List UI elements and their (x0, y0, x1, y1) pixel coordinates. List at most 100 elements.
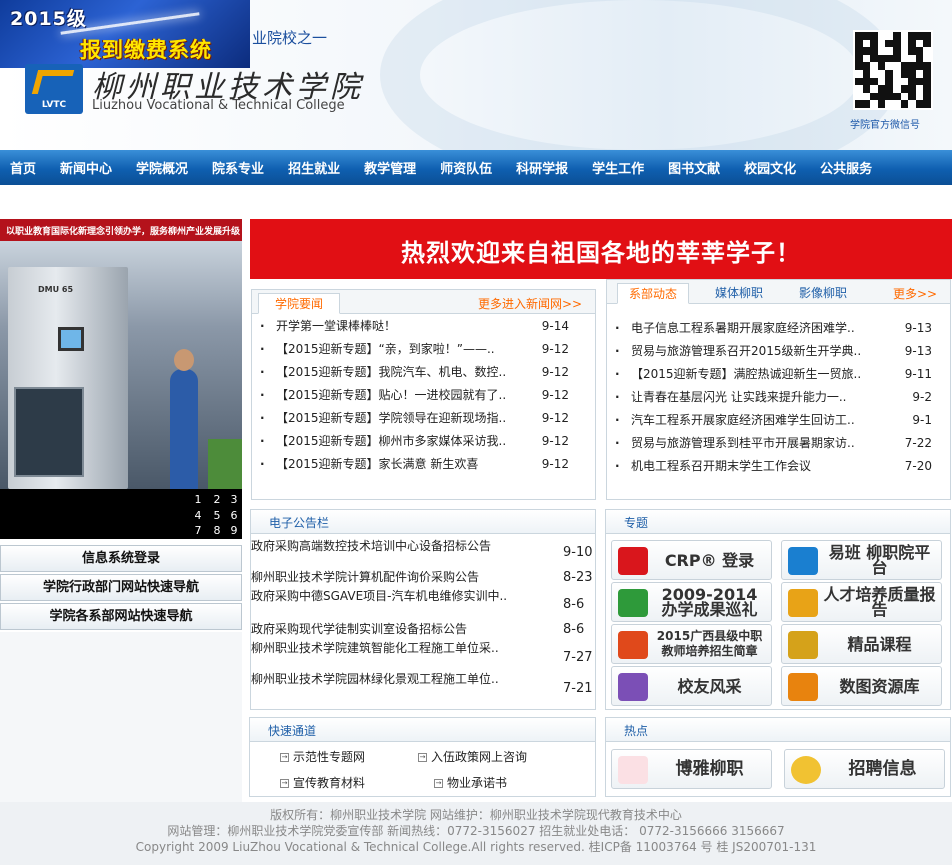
nav-item-culture[interactable]: 校园文化 (732, 158, 808, 177)
achievements-tile[interactable]: 2009-2014 办学成果巡礼 (611, 582, 772, 622)
pager-1[interactable]: 1 (188, 493, 208, 506)
quick-link[interactable]: → 宣传教育材料 (280, 774, 365, 791)
qr-cell (916, 93, 924, 101)
dept-title[interactable]: 让青春在基层闪光 让实践来提升能力一.. (631, 386, 846, 409)
dept-row[interactable]: 汽车工程系开展家庭经济困难学生回访工.. 9-1 (607, 409, 950, 432)
faculty-dept-nav-button[interactable]: 学院各系部网站快速导航 (0, 603, 242, 630)
quick-link[interactable]: → 物业承诺书 (434, 774, 507, 791)
pager-6[interactable]: 6 (224, 509, 244, 522)
slideshow-pager: 1 2 3 4 5 6 7 8 9 (0, 489, 242, 539)
nav-item-research[interactable]: 科研学报 (504, 158, 580, 177)
recruitment-tile[interactable]: 招聘信息 (784, 749, 945, 789)
tab-media[interactable]: 媒体柳职 (703, 283, 775, 304)
college-logo[interactable]: LVTC (25, 64, 83, 114)
qr-cell (901, 32, 909, 40)
dept-title[interactable]: 贸易与旅游管理系到桂平市开展暑期家访.. (631, 432, 855, 455)
crp-login-tile[interactable]: CRP® 登录 (611, 540, 772, 580)
yiban-tile[interactable]: 易班 柳职院平台 (781, 540, 942, 580)
news-row[interactable]: 【2015迎新专题】学院领导在迎新现场指.. 9-12 (252, 407, 595, 430)
notice-title[interactable]: 政府采购中德SGAVE项目-汽车机电维修实训中.. (251, 589, 509, 604)
qr-cell (901, 40, 909, 48)
news-row[interactable]: 【2015迎新专题】家长满意 新生欢喜 9-12 (252, 453, 595, 476)
news-row[interactable]: 【2015迎新专题】柳州市多家媒体采访我.. 9-12 (252, 430, 595, 453)
enrollment-payment-banner[interactable]: 2015级 报到缴费系统 (0, 0, 250, 68)
college-name-en: Liuzhou Vocational & Technical College (92, 98, 345, 113)
news-row[interactable]: 【2015迎新专题】我院汽车、机电、数控.. 9-12 (252, 361, 595, 384)
quality-report-tile[interactable]: 人才培养质量报告 (781, 582, 942, 622)
dept-title[interactable]: 电子信息工程系暑期开展家庭经济困难学.. (631, 317, 855, 340)
dept-row[interactable]: 电子信息工程系暑期开展家庭经济困难学.. 9-13 (607, 317, 950, 340)
tile-label: 博雅柳职 (675, 758, 744, 779)
quick-links-title: 快速通道 (268, 724, 317, 738)
digital-library-tile[interactable]: 数图资源库 (781, 666, 942, 706)
nav-item-services[interactable]: 公共服务 (808, 158, 884, 177)
nav-item-faculty[interactable]: 师资队伍 (428, 158, 504, 177)
tab-dept-news[interactable]: 系部动态 (617, 283, 689, 304)
welcome-banner-text: 热烈欢迎来自祖国各地的莘莘学子！ (401, 239, 801, 267)
boya-tile[interactable]: 博雅柳职 (611, 749, 772, 789)
news-row[interactable]: 开学第一堂课棒棒哒！ 9-14 (252, 315, 595, 338)
dept-news-panel: 系部动态 媒体柳职 影像柳职 更多>> 电子信息工程系暑期开展家庭经济困难学..… (606, 279, 951, 500)
qr-cell (915, 32, 924, 40)
notice-title[interactable]: 柳州职业技术学院计算机配件询价采购公告 (251, 570, 509, 585)
dept-title[interactable]: 【2015迎新专题】满腔热诚迎新生一贸旅.. (631, 363, 861, 386)
tab-gallery[interactable]: 影像柳职 (787, 283, 859, 304)
cnc-machine-image: DMU 65 (8, 267, 128, 489)
news-row[interactable]: 【2015迎新专题】贴心！一进校园就有了.. 9-12 (252, 384, 595, 407)
nav-item-departments[interactable]: 院系专业 (200, 158, 276, 177)
pager-4[interactable]: 4 (188, 509, 208, 522)
nav-item-admissions[interactable]: 招生就业 (276, 158, 352, 177)
promo-title: 报到缴费系统 (80, 38, 212, 62)
pager-3[interactable]: 3 (224, 493, 244, 506)
dept-row[interactable]: 贸易与旅游管理系到桂平市开展暑期家访.. 7-22 (607, 432, 950, 455)
qr-cell (915, 47, 924, 55)
news-more-link[interactable]: 更多进入新闻网>> (478, 295, 582, 312)
quick-link[interactable]: → 示范性专题网 (280, 748, 365, 765)
feature-slideshow[interactable]: 以职业教育国际化新理念引领办学，服务柳州产业发展升级 DMU 65 (0, 219, 242, 489)
quick-link[interactable]: → 入伍政策网上咨询 (418, 748, 527, 765)
news-title[interactable]: 【2015迎新专题】家长满意 新生欢喜 (276, 453, 478, 476)
dept-row[interactable]: 让青春在基层闪光 让实践来提升能力一.. 9-2 (607, 386, 950, 409)
nav-item-news[interactable]: 新闻中心 (48, 158, 124, 177)
news-tabbar: 学院要闻 更多进入新闻网>> (252, 290, 595, 314)
dept-title[interactable]: 汽车工程系开展家庭经济困难学生回访工.. (631, 409, 855, 432)
qr-cell (877, 85, 886, 93)
alumni-tile[interactable]: 校友风采 (611, 666, 772, 706)
qr-cell (878, 47, 886, 55)
dept-row[interactable]: 【2015迎新专题】满腔热诚迎新生一贸旅.. 9-11 (607, 363, 950, 386)
notice-date: 7-27 (563, 650, 593, 665)
news-row[interactable]: 【2015迎新专题】“亲，到家啦！”——.. 9-12 (252, 338, 595, 361)
special-topics-title: 专题 (624, 516, 649, 530)
notice-title[interactable]: 柳州职业技术学院园林绿化景观工程施工单位.. (251, 672, 509, 687)
news-title[interactable]: 【2015迎新专题】“亲，到家啦！”——.. (276, 338, 495, 361)
info-system-login-button[interactable]: 信息系统登录 (0, 545, 242, 572)
qr-cell (870, 32, 878, 40)
nav-item-home[interactable]: 首页 (0, 158, 48, 177)
dept-title[interactable]: 贸易与旅游管理系召开2015级新生开学典.. (631, 340, 861, 363)
admin-dept-nav-button[interactable]: 学院行政部门网站快速导航 (0, 574, 242, 601)
tab-college-news[interactable]: 学院要闻 (258, 293, 340, 314)
qr-cell (878, 78, 886, 86)
dept-row[interactable]: 贸易与旅游管理系召开2015级新生开学典.. 9-13 (607, 340, 950, 363)
nav-item-about[interactable]: 学院概况 (124, 158, 200, 177)
dept-row[interactable]: 机电工程系召开期末学生工作会议 7-20 (607, 455, 950, 478)
qr-cell (916, 85, 924, 93)
pager-7[interactable]: 7 (188, 524, 208, 537)
news-title[interactable]: 【2015迎新专题】学院领导在迎新现场指.. (276, 407, 506, 430)
news-title[interactable]: 开学第一堂课棒棒哒！ (276, 315, 396, 338)
nav-item-teaching[interactable]: 教学管理 (352, 158, 428, 177)
nav-item-library[interactable]: 图书文献 (656, 158, 732, 177)
teacher-training-tile[interactable]: 2015广西县级中职教师培养招生简章 (611, 624, 772, 664)
news-title[interactable]: 【2015迎新专题】我院汽车、机电、数控.. (276, 361, 506, 384)
news-title[interactable]: 【2015迎新专题】贴心！一进校园就有了.. (276, 384, 506, 407)
dept-more-link[interactable]: 更多>> (893, 285, 937, 302)
dept-title[interactable]: 机电工程系召开期末学生工作会议 (631, 455, 811, 478)
notice-title[interactable]: 政府采购现代学徒制实训室设备招标公告 (251, 622, 509, 637)
notice-title[interactable]: 政府采购高端数控技术培训中心设备招标公告 (251, 539, 509, 554)
quality-courses-tile[interactable]: 精品课程 (781, 624, 942, 664)
qr-cell (923, 39, 931, 48)
notice-title[interactable]: 柳州职业技术学院建筑智能化工程施工单位采.. (251, 641, 509, 656)
news-title[interactable]: 【2015迎新专题】柳州市多家媒体采访我.. (276, 430, 506, 453)
pager-9[interactable]: 9 (224, 524, 244, 537)
nav-item-students[interactable]: 学生工作 (580, 158, 656, 177)
